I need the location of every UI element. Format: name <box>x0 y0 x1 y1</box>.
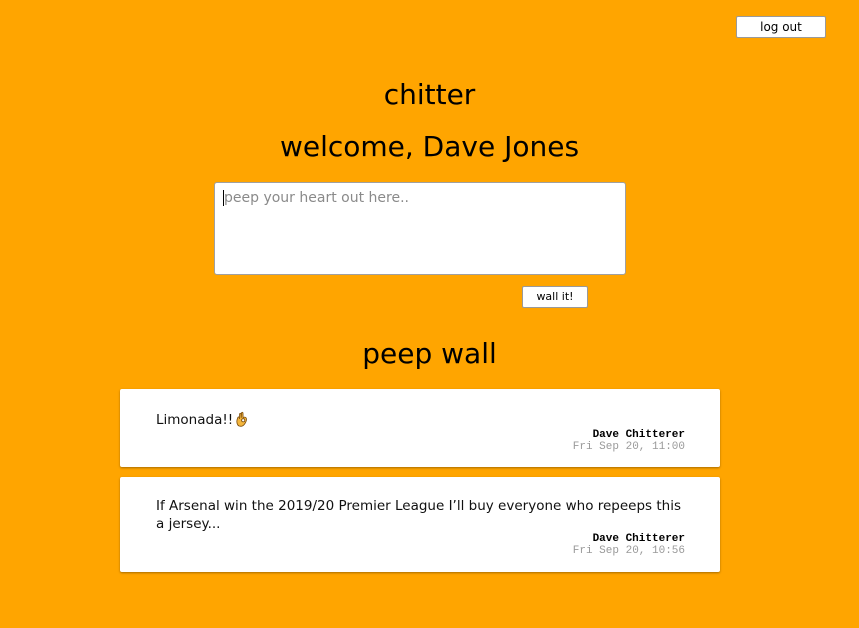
app-title: chitter <box>383 78 476 111</box>
peep-author: Dave Chitterer <box>592 429 685 441</box>
page: log out chitter welcome, Dave Jones wall… <box>0 0 859 628</box>
peep-wall-heading: peep wall <box>362 337 497 370</box>
peep-message: Limonada!! <box>156 412 234 428</box>
peep-text: If Arsenal win the 2019/20 Premier Leagu… <box>156 497 686 533</box>
peep-input[interactable] <box>214 182 626 275</box>
welcome-heading: welcome, Dave Jones <box>279 130 580 163</box>
logout-button[interactable]: log out <box>736 16 826 38</box>
peep-timestamp: Fri Sep 20, 11:00 <box>572 441 685 453</box>
peep-card: If Arsenal win the 2019/20 Premier Leagu… <box>120 477 720 572</box>
wall-it-button[interactable]: wall it! <box>522 286 588 308</box>
text-cursor <box>223 190 224 206</box>
ok-hand-icon <box>236 411 248 427</box>
peep-timestamp: Fri Sep 20, 10:56 <box>572 545 685 557</box>
peep-card: Limonada!! Dave Chitterer Fri Sep 20, 11… <box>120 389 720 467</box>
peep-meta: Dave Chitterer Fri Sep 20, 10:56 <box>573 533 685 557</box>
peep-author: Dave Chitterer <box>592 533 685 545</box>
peep-message: If Arsenal win the 2019/20 Premier Leagu… <box>156 498 682 532</box>
peep-text: Limonada!! <box>156 411 686 429</box>
peep-meta: Dave Chitterer Fri Sep 20, 11:00 <box>573 429 685 453</box>
